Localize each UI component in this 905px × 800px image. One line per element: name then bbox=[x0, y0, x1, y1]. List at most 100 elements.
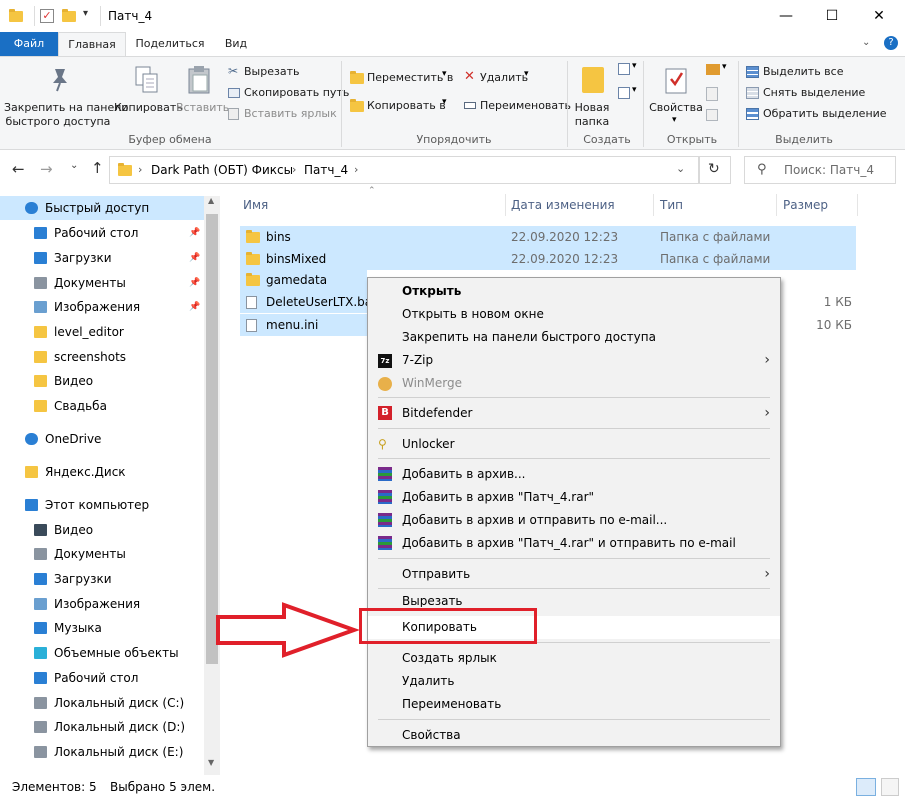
scroll-up-icon[interactable]: ▲ bbox=[208, 196, 214, 205]
copy-path-button[interactable]: Скопировать путь bbox=[226, 85, 349, 103]
menu-item-delete[interactable]: Удалить bbox=[368, 670, 780, 693]
nav-item[interactable]: Яндекс.Диск bbox=[0, 460, 204, 484]
menu-item-properties[interactable]: Свойства bbox=[368, 724, 780, 747]
nav-item[interactable]: Документы 📌 bbox=[0, 271, 204, 295]
tab-home[interactable]: Главная bbox=[58, 32, 126, 57]
select-none-button[interactable]: Снять выделение bbox=[744, 85, 874, 103]
new-item-icon[interactable] bbox=[618, 63, 630, 75]
properties-button[interactable]: Свойства ▾ bbox=[648, 61, 704, 129]
menu-item-7zip[interactable]: 7z 7-Zip › bbox=[368, 349, 780, 372]
rename-button[interactable]: Переименовать bbox=[462, 97, 571, 115]
breadcrumb-item[interactable]: Патч_4 bbox=[304, 163, 348, 177]
nav-scrollbar[interactable]: ▲ ▼ bbox=[204, 196, 220, 775]
search-box[interactable]: ⚲ Поиск: Патч_4 bbox=[744, 156, 896, 184]
nav-item[interactable]: Изображения bbox=[0, 592, 204, 616]
column-header-name[interactable]: Имя bbox=[243, 196, 268, 214]
nav-item[interactable]: Видео bbox=[0, 369, 204, 393]
nav-item[interactable]: level_editor bbox=[0, 320, 204, 344]
open-icon[interactable] bbox=[706, 64, 720, 75]
up-icon[interactable]: ↑ bbox=[91, 159, 104, 177]
menu-item-add-archive-rar-email[interactable]: Добавить в архив "Патч_4.rar" и отправит… bbox=[368, 532, 780, 555]
dropdown-arrow-icon[interactable]: ▾ bbox=[632, 61, 637, 71]
easy-access-icon[interactable] bbox=[618, 87, 630, 99]
tab-view[interactable]: Вид bbox=[216, 32, 256, 56]
nav-item[interactable]: Загрузки 📌 bbox=[0, 246, 204, 270]
new-folder-button[interactable]: Новая папка bbox=[572, 61, 612, 129]
menu-item-open-new-window[interactable]: Открыть в новом окне bbox=[368, 303, 780, 326]
address-dropdown-icon[interactable]: ⌄ bbox=[676, 162, 685, 175]
breadcrumb-item[interactable]: Dark Path (ОБТ) Фиксы bbox=[151, 163, 293, 177]
nav-item[interactable]: Этот компьютер bbox=[0, 493, 204, 517]
tab-share[interactable]: Поделиться bbox=[130, 32, 210, 56]
nav-item[interactable]: Музыка bbox=[0, 616, 204, 640]
file-row[interactable]: bins 22.09.2020 12:23 Папка с файлами bbox=[240, 226, 856, 248]
paste-button[interactable]: Вставить bbox=[176, 61, 229, 121]
menu-item-add-archive-rar[interactable]: Добавить в архив "Патч_4.rar" bbox=[368, 486, 780, 509]
back-icon[interactable]: ← bbox=[12, 160, 25, 178]
dropdown-arrow-icon[interactable]: ▾ bbox=[632, 85, 637, 95]
copy-to-button[interactable]: Копировать в ▾ bbox=[348, 97, 454, 115]
select-all-button[interactable]: Выделить все bbox=[744, 64, 864, 82]
nav-item[interactable]: Загрузки bbox=[0, 567, 204, 591]
nav-item[interactable]: Изображения 📌 bbox=[0, 295, 204, 319]
dropdown-arrow-icon[interactable]: ▾ bbox=[722, 62, 727, 72]
menu-item-winmerge[interactable]: WinMerge bbox=[368, 372, 780, 395]
nav-item[interactable]: Локальный диск (D:) bbox=[0, 715, 204, 739]
menu-item-send-to[interactable]: Отправить › bbox=[368, 563, 780, 586]
pin-quick-access-button[interactable]: Закрепить на панели быстрого доступа bbox=[4, 61, 128, 131]
nav-item[interactable]: screenshots bbox=[0, 345, 204, 369]
copy-button[interactable]: Копировать bbox=[114, 61, 183, 121]
refresh-button[interactable]: ↻ bbox=[699, 156, 731, 184]
nav-item[interactable]: Рабочий стол bbox=[0, 666, 204, 690]
nav-item[interactable]: Видео bbox=[0, 518, 204, 542]
file-row[interactable]: DeleteUserLTX.bat 1 КБ bbox=[240, 291, 852, 313]
nav-item[interactable]: Быстрый доступ bbox=[0, 196, 204, 220]
help-icon[interactable]: ? bbox=[884, 36, 898, 50]
invert-selection-button[interactable]: Обратить выделение bbox=[744, 106, 887, 124]
nav-item[interactable]: OneDrive bbox=[0, 427, 204, 451]
forward-icon[interactable]: → bbox=[40, 160, 53, 178]
customize-toolbar-icon[interactable]: ▾ bbox=[83, 8, 88, 19]
properties-quick-icon[interactable]: ✓ bbox=[40, 9, 54, 23]
paste-shortcut-button[interactable]: Вставить ярлык bbox=[226, 106, 338, 124]
collapse-ribbon-icon[interactable]: ⌄ bbox=[862, 37, 870, 48]
cut-button[interactable]: ✂ Вырезать bbox=[226, 64, 336, 82]
menu-item-bitdefender[interactable]: B Bitdefender › bbox=[368, 402, 780, 425]
nav-item[interactable]: Объемные объекты bbox=[0, 641, 204, 665]
menu-item-unlocker[interactable]: ⚲ Unlocker bbox=[368, 433, 780, 456]
nav-item[interactable]: Рабочий стол 📌 bbox=[0, 221, 204, 245]
recent-locations-icon[interactable]: ⌄ bbox=[70, 160, 78, 171]
file-row[interactable]: menu.ini 10 КБ bbox=[240, 314, 852, 336]
column-header-date[interactable]: Дата изменения bbox=[511, 196, 615, 214]
menu-item-cut[interactable]: Вырезать bbox=[368, 593, 780, 607]
tab-file[interactable]: Файл bbox=[0, 32, 58, 56]
column-header-size[interactable]: Размер bbox=[783, 196, 828, 214]
file-row[interactable]: binsMixed 22.09.2020 12:23 Папка с файлами bbox=[240, 248, 856, 270]
minimize-button[interactable]: — bbox=[763, 0, 809, 32]
group-open-label: Открыть bbox=[666, 133, 718, 146]
scrollbar-thumb[interactable] bbox=[206, 214, 218, 664]
nav-item[interactable]: Локальный диск (E:) bbox=[0, 740, 204, 764]
address-bar[interactable]: › Dark Path (ОБТ) Фиксы › Патч_4 › ⌄ bbox=[109, 156, 699, 184]
nav-item-label: Загрузки bbox=[54, 251, 112, 265]
menu-item-create-shortcut[interactable]: Создать ярлык bbox=[368, 647, 780, 670]
delete-button[interactable]: ✕ Удалить ▾ bbox=[462, 69, 536, 87]
nav-item[interactable]: Локальный диск (C:) bbox=[0, 691, 204, 715]
search-input[interactable]: Поиск: Патч_4 bbox=[784, 163, 874, 177]
new-folder-quick-icon[interactable] bbox=[62, 9, 76, 22]
large-icons-view-icon[interactable] bbox=[881, 778, 899, 796]
nav-item[interactable]: Документы bbox=[0, 542, 204, 566]
close-button[interactable]: ✕ bbox=[856, 0, 902, 32]
details-view-icon[interactable] bbox=[856, 778, 876, 796]
menu-item-rename[interactable]: Переименовать bbox=[368, 693, 780, 716]
menu-item-pin-quick-access[interactable]: Закрепить на панели быстрого доступа bbox=[368, 326, 780, 349]
maximize-button[interactable]: ☐ bbox=[809, 0, 855, 32]
menu-item-open[interactable]: Открыть bbox=[368, 280, 780, 303]
menu-item-add-archive[interactable]: Добавить в архив... bbox=[368, 463, 780, 486]
menu-item-add-archive-email[interactable]: Добавить в архив и отправить по e-mail..… bbox=[368, 509, 780, 532]
move-to-button[interactable]: Переместить в ▾ bbox=[348, 69, 454, 87]
scroll-down-icon[interactable]: ▼ bbox=[208, 758, 214, 767]
file-row[interactable]: gamedata bbox=[240, 269, 367, 291]
nav-item[interactable]: Свадьба bbox=[0, 394, 204, 418]
column-header-type[interactable]: Тип bbox=[660, 196, 683, 214]
